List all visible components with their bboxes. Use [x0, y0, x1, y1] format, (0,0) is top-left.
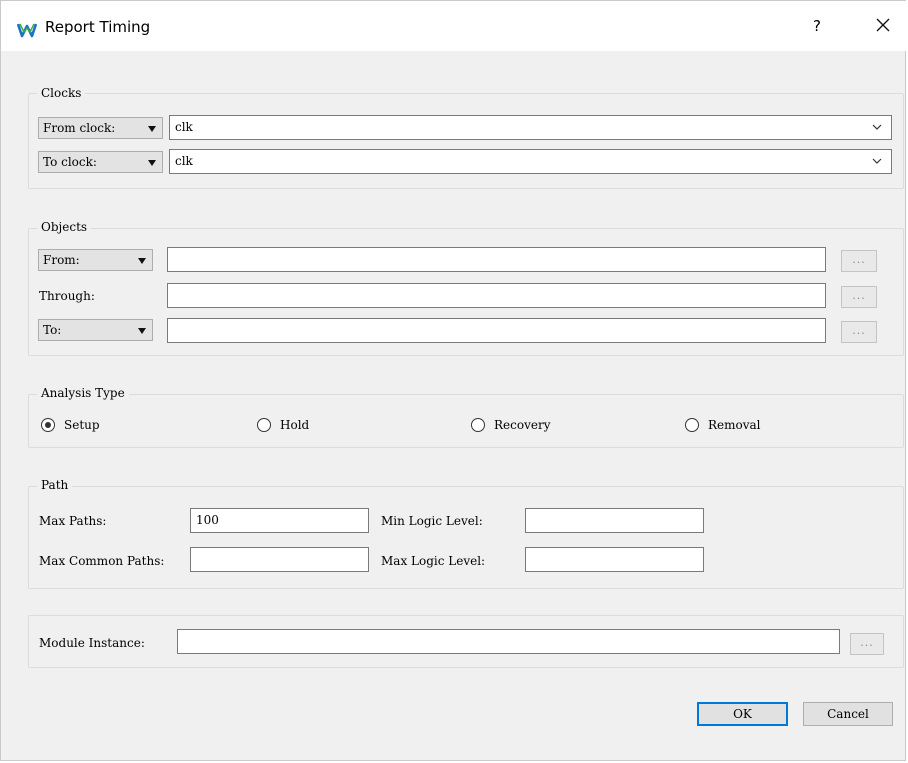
- from-clock-select[interactable]: clk: [169, 115, 892, 140]
- clocks-group-title: Clocks: [37, 86, 86, 100]
- dropdown-arrow-icon: [148, 160, 156, 166]
- ok-button[interactable]: OK: [697, 702, 788, 726]
- objects-group-title: Objects: [37, 220, 92, 234]
- clocks-group: [28, 93, 904, 189]
- to-browse-button[interactable]: ...: [841, 321, 877, 343]
- to-object-type-dropdown[interactable]: To:: [38, 319, 153, 341]
- path-group: [28, 486, 904, 589]
- from-object-type-dropdown[interactable]: From:: [38, 249, 153, 271]
- max-logic-level-input[interactable]: [525, 547, 704, 572]
- chevron-down-icon: [872, 124, 882, 130]
- setup-radio[interactable]: [41, 418, 55, 432]
- module-instance-label: Module Instance:: [39, 636, 145, 650]
- through-label: Through:: [39, 289, 95, 303]
- max-paths-label: Max Paths:: [39, 514, 107, 528]
- from-clock-type-label: From clock:: [43, 121, 116, 135]
- recovery-radio-label[interactable]: Recovery: [494, 418, 550, 432]
- max-common-paths-input[interactable]: [190, 547, 369, 572]
- hold-radio[interactable]: [257, 418, 271, 432]
- analysis-type-group: [28, 394, 904, 448]
- to-clock-value: clk: [175, 154, 193, 168]
- from-object-input[interactable]: [167, 247, 826, 272]
- recovery-radio[interactable]: [471, 418, 485, 432]
- from-browse-button[interactable]: ...: [841, 250, 877, 272]
- min-logic-level-label: Min Logic Level:: [381, 514, 483, 528]
- help-button[interactable]: ?: [813, 17, 821, 35]
- to-object-type-label: To:: [43, 323, 62, 337]
- dropdown-arrow-icon: [138, 258, 146, 264]
- title-bar[interactable]: Report Timing ?: [1, 1, 907, 51]
- dialog-title: Report Timing: [45, 18, 151, 36]
- to-clock-type-label: To clock:: [43, 155, 97, 169]
- module-instance-input[interactable]: [177, 629, 840, 654]
- report-timing-dialog: Report Timing ? Clocks From clock: clk T…: [0, 0, 907, 761]
- through-browse-button[interactable]: ...: [841, 286, 877, 308]
- path-group-title: Path: [37, 478, 73, 492]
- setup-radio-label[interactable]: Setup: [64, 418, 100, 432]
- min-logic-level-input[interactable]: [525, 508, 704, 533]
- max-common-paths-label: Max Common Paths:: [39, 554, 165, 568]
- dropdown-arrow-icon: [138, 328, 146, 334]
- dropdown-arrow-icon: [148, 126, 156, 132]
- max-paths-input[interactable]: 100: [190, 508, 369, 533]
- close-icon[interactable]: [873, 15, 893, 35]
- to-clock-type-dropdown[interactable]: To clock:: [38, 151, 163, 173]
- chevron-down-icon: [872, 158, 882, 164]
- through-object-input[interactable]: [167, 283, 826, 308]
- removal-radio-label[interactable]: Removal: [708, 418, 761, 432]
- cancel-button[interactable]: Cancel: [803, 702, 893, 726]
- from-clock-type-dropdown[interactable]: From clock:: [38, 117, 163, 139]
- module-instance-browse-button[interactable]: ...: [850, 633, 884, 655]
- hold-radio-label[interactable]: Hold: [280, 418, 309, 432]
- removal-radio[interactable]: [685, 418, 699, 432]
- analysis-type-group-title: Analysis Type: [37, 386, 129, 400]
- from-clock-value: clk: [175, 120, 193, 134]
- to-clock-select[interactable]: clk: [169, 149, 892, 174]
- from-object-type-label: From:: [43, 253, 80, 267]
- max-logic-level-label: Max Logic Level:: [381, 554, 486, 568]
- app-logo-icon: [17, 23, 37, 38]
- to-object-input[interactable]: [167, 318, 826, 343]
